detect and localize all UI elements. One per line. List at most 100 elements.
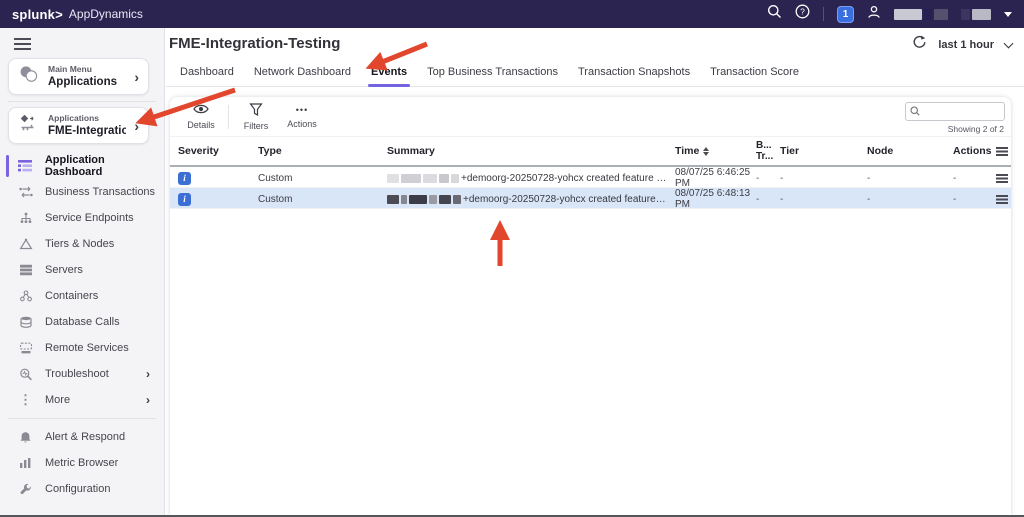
sidebar-item-label: Remote Services [45, 342, 129, 354]
event-type: Custom [258, 194, 387, 205]
topbar: splunk> AppDynamics ? 1 [0, 0, 1024, 28]
actions-label: Actions [287, 119, 317, 129]
sidebar-item-alert-respond[interactable]: Alert & Respond [0, 424, 164, 450]
containers-icon [18, 290, 33, 302]
sidebar-item-application-dashboard[interactable]: Application Dashboard [0, 153, 164, 179]
actions-button[interactable]: ••• Actions [279, 104, 325, 129]
row-menu-icon[interactable] [996, 174, 1008, 183]
help-icon[interactable]: ? [795, 4, 810, 24]
user-icon[interactable] [867, 5, 881, 24]
details-button[interactable]: Details [178, 103, 224, 130]
sidebar-item-more[interactable]: ⋮ More › [0, 387, 164, 413]
remote-services-icon [18, 342, 33, 354]
sort-icon[interactable] [703, 147, 709, 156]
search-input[interactable] [923, 106, 1000, 117]
sidebar-item-business-transactions[interactable]: Business Transactions [0, 179, 164, 205]
tab-top-business-transactions[interactable]: Top Business Transactions [417, 66, 568, 86]
time-header-label: Time [675, 145, 699, 157]
servers-icon [18, 264, 33, 276]
table-search[interactable] [905, 102, 1005, 121]
tab-transaction-snapshots[interactable]: Transaction Snapshots [568, 66, 700, 86]
tab-events[interactable]: Events [361, 66, 417, 86]
application-card-title: FME-Integration-Te... [48, 124, 126, 138]
column-actions[interactable]: Actions [953, 145, 996, 157]
column-type[interactable]: Type [258, 145, 387, 157]
svg-text:?: ? [800, 7, 805, 17]
metric-browser-icon [18, 457, 33, 469]
event-summary: +demoorg-20250728-yohcx created feature … [387, 194, 675, 205]
troubleshoot-icon [18, 368, 33, 381]
ellipsis-icon: ••• [296, 104, 308, 116]
hamburger-menu-icon[interactable] [14, 38, 31, 50]
user-menu-caret-icon[interactable] [1004, 12, 1012, 17]
chevron-right-icon: › [146, 393, 150, 407]
application-icon [18, 114, 40, 137]
sidebar-item-label: Service Endpoints [45, 212, 134, 224]
time-range-caret-icon[interactable] [1004, 39, 1014, 49]
sidebar-item-label: Tiers & Nodes [45, 238, 114, 250]
main-menu-card[interactable]: Main Menu Applications › [8, 58, 149, 95]
more-vertical-icon: ⋮ [18, 392, 33, 408]
application-card[interactable]: Applications FME-Integration-Te... › [8, 107, 149, 144]
chevron-right-icon: › [146, 367, 150, 381]
column-node[interactable]: Node [867, 145, 953, 157]
filters-button[interactable]: Filters [233, 103, 279, 131]
account-redacted [961, 9, 991, 20]
main-menu-title: Applications [48, 75, 117, 89]
event-time: 08/07/25 6:46:25 PM [675, 167, 756, 189]
severity-info-icon: i [178, 172, 191, 185]
column-time[interactable]: Time [675, 145, 756, 157]
column-tier[interactable]: Tier [780, 145, 867, 157]
refresh-icon[interactable] [912, 35, 927, 55]
event-type: Custom [258, 173, 387, 184]
sidebar-item-label: More [45, 394, 70, 406]
sidebar-item-label: Metric Browser [45, 457, 118, 469]
sidebar-item-label: Business Transactions [45, 186, 155, 198]
notification-badge[interactable]: 1 [837, 6, 854, 23]
column-settings-icon[interactable] [996, 147, 1008, 156]
database-icon [18, 316, 33, 328]
business-transactions-icon [18, 186, 33, 198]
sidebar-item-label: Configuration [45, 483, 110, 495]
sidebar-item-label: Troubleshoot [45, 368, 109, 380]
chevron-right-icon: › [134, 119, 139, 133]
table-row-selected[interactable]: i Custom +demoorg-20250728-yohcx created… [170, 188, 1011, 209]
sidebar-item-label: Containers [45, 290, 98, 302]
column-severity[interactable]: Severity [178, 145, 258, 157]
row-menu-icon[interactable] [996, 195, 1008, 204]
main-menu-eyebrow: Main Menu [48, 64, 117, 75]
main-menu-icon [18, 65, 40, 88]
tab-dashboard[interactable]: Dashboard [170, 66, 244, 86]
sidebar-divider [8, 101, 156, 102]
sidebar-item-label: Servers [45, 264, 83, 276]
time-range-selector[interactable]: last 1 hour [938, 39, 994, 51]
sidebar-item-troubleshoot[interactable]: Troubleshoot › [0, 361, 164, 387]
tab-network-dashboard[interactable]: Network Dashboard [244, 66, 361, 86]
wrench-icon [18, 483, 33, 496]
sidebar-divider [8, 418, 156, 419]
sidebar-item-configuration[interactable]: Configuration [0, 476, 164, 502]
tab-transaction-score[interactable]: Transaction Score [700, 66, 809, 86]
events-panel: Details Filters ••• Actions Showing 2 of… [170, 97, 1011, 517]
sidebar-item-remote-services[interactable]: Remote Services [0, 335, 164, 361]
event-summary: +demoorg-20250728-yohcx created feature … [387, 173, 675, 184]
sidebar-item-label: Database Calls [45, 316, 120, 328]
sidebar-item-metric-browser[interactable]: Metric Browser [0, 450, 164, 476]
chevron-right-icon: › [134, 70, 139, 84]
main-content: FME-Integration-Testing last 1 hour Dash… [166, 28, 1024, 517]
eye-icon [193, 103, 209, 117]
severity-info-icon: i [178, 193, 191, 206]
search-icon[interactable] [767, 4, 782, 24]
column-business-transaction[interactable]: B... Tr... [756, 140, 780, 163]
page-title: FME-Integration-Testing [169, 35, 340, 52]
column-summary[interactable]: Summary [387, 145, 675, 157]
sidebar-item-database-calls[interactable]: Database Calls [0, 309, 164, 335]
sidebar-item-servers[interactable]: Servers [0, 257, 164, 283]
sidebar-item-service-endpoints[interactable]: Service Endpoints [0, 205, 164, 231]
filters-label: Filters [244, 121, 269, 131]
topbar-divider [823, 7, 824, 21]
table-row[interactable]: i Custom +demoorg-20250728-yohcx created… [170, 167, 1011, 188]
sidebar-item-containers[interactable]: Containers [0, 283, 164, 309]
user-name-redacted [894, 9, 948, 20]
sidebar-item-tiers-nodes[interactable]: Tiers & Nodes [0, 231, 164, 257]
